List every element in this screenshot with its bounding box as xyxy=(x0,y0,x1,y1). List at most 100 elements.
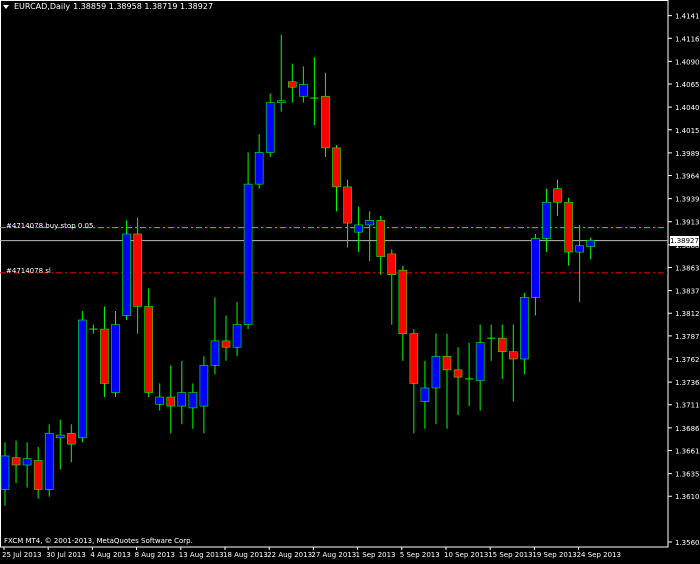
candle[interactable] xyxy=(310,57,319,126)
candle[interactable] xyxy=(442,333,452,429)
candle[interactable] xyxy=(188,383,198,429)
candle-body-bear xyxy=(343,186,352,224)
candle[interactable] xyxy=(78,310,87,443)
candle[interactable] xyxy=(11,440,21,484)
candle[interactable] xyxy=(144,288,153,398)
y-tick-label: 1.38375 xyxy=(675,288,700,296)
candle[interactable] xyxy=(497,324,507,379)
candle[interactable] xyxy=(210,297,220,375)
candle-body-bull xyxy=(431,355,441,389)
candle[interactable] xyxy=(22,442,32,488)
candle[interactable] xyxy=(133,217,142,334)
candle-body-bull xyxy=(122,233,131,316)
candle[interactable] xyxy=(332,145,341,212)
chart-menu-triangle-icon[interactable] xyxy=(3,4,9,9)
x-tick-label: 30 Jul 2013 xyxy=(46,551,86,559)
candle[interactable] xyxy=(67,424,76,463)
x-tick-label: 10 Sep 2013 xyxy=(444,551,488,559)
candle-body-bear xyxy=(33,460,43,490)
y-tick-label: 1.39895 xyxy=(675,150,700,158)
candle-body-bull xyxy=(44,432,54,490)
x-tick-label: 27 Aug 2013 xyxy=(311,551,356,559)
candle[interactable] xyxy=(89,324,98,334)
candle-body-bear xyxy=(332,147,341,188)
candle[interactable] xyxy=(232,301,242,357)
candle[interactable] xyxy=(0,442,10,506)
candle-body-bull xyxy=(575,245,584,253)
candle-body-bull xyxy=(265,102,275,153)
candle[interactable] xyxy=(409,329,419,434)
candle[interactable] xyxy=(265,93,275,157)
candle[interactable] xyxy=(553,179,562,216)
candle-body-bear xyxy=(144,306,153,393)
x-tick-label: 18 Aug 2013 xyxy=(223,551,268,559)
candle[interactable] xyxy=(365,211,374,262)
candle-body-bear xyxy=(508,351,518,360)
candle-body-bull xyxy=(531,238,540,298)
candle[interactable] xyxy=(465,342,474,407)
candlestick-chart[interactable]: 1.41410 1.41160 1.40905 1.40655 1.40400 1.401… xyxy=(0,0,700,560)
candle[interactable] xyxy=(166,365,176,434)
y-tick-label: 1.35600 xyxy=(675,539,700,547)
candle[interactable] xyxy=(586,237,595,260)
candle[interactable] xyxy=(55,419,65,470)
candle-body-bear xyxy=(221,340,231,348)
candle[interactable] xyxy=(254,134,264,189)
candle-body-bull xyxy=(542,201,551,239)
current-price-tag: 1.38927 xyxy=(670,235,699,246)
candle[interactable] xyxy=(100,306,109,398)
candle[interactable] xyxy=(343,179,352,248)
candle[interactable] xyxy=(387,249,397,325)
candle[interactable] xyxy=(111,310,120,398)
candle[interactable] xyxy=(376,215,386,275)
y-tick-label: 1.36860 xyxy=(675,425,700,433)
candle-body-bull xyxy=(276,100,286,103)
x-tick-label: 4 Aug 2013 xyxy=(90,551,130,559)
candle[interactable] xyxy=(354,206,363,253)
candle[interactable] xyxy=(420,360,430,429)
candle[interactable] xyxy=(276,34,286,112)
candle[interactable] xyxy=(520,292,529,375)
candle[interactable] xyxy=(199,356,209,434)
y-tick-label: 1.41410 xyxy=(675,13,700,21)
candle-body-bull xyxy=(475,342,485,382)
candle[interactable] xyxy=(542,188,551,253)
candle[interactable] xyxy=(508,324,518,402)
candle-body-bull xyxy=(254,152,264,185)
candle-body-bull xyxy=(520,297,529,360)
candle-body-bull xyxy=(188,392,198,409)
candle-body-bear xyxy=(553,188,562,203)
candle-body-bull xyxy=(210,340,220,366)
candle[interactable] xyxy=(221,315,231,361)
candle[interactable] xyxy=(431,333,441,425)
candle-body-bear xyxy=(321,95,330,149)
y-tick-label: 1.40905 xyxy=(675,58,700,66)
candle[interactable] xyxy=(475,324,485,411)
plot-frame xyxy=(0,0,669,548)
candle-body-bull xyxy=(55,434,65,439)
ohlc-values: 1.38859 1.38958 1.38719 1.38927 xyxy=(73,2,214,11)
candle[interactable] xyxy=(33,446,43,499)
candle[interactable] xyxy=(44,424,54,497)
candle-body-bull xyxy=(586,240,595,247)
candle[interactable] xyxy=(321,72,330,157)
candle[interactable] xyxy=(287,63,297,103)
candle-body-bear xyxy=(453,369,463,378)
candle[interactable] xyxy=(177,360,187,425)
candle-body-bear xyxy=(409,333,419,384)
candle[interactable] xyxy=(243,152,253,330)
candle-body-bull xyxy=(365,220,374,226)
candle-body-bear xyxy=(287,81,297,88)
candle[interactable] xyxy=(531,233,540,316)
candle[interactable] xyxy=(487,324,496,361)
candle[interactable] xyxy=(122,220,131,321)
candle[interactable] xyxy=(575,224,584,302)
candle[interactable] xyxy=(299,66,308,103)
y-tick-label: 1.37875 xyxy=(675,333,700,341)
candle-body-bull xyxy=(155,396,164,405)
candle[interactable] xyxy=(453,347,463,416)
candle[interactable] xyxy=(564,197,573,266)
candle[interactable] xyxy=(155,383,164,411)
candle[interactable] xyxy=(398,265,408,361)
chart-canvas[interactable]: 1.41410 1.41160 1.40905 1.40655 1.40400 1.401… xyxy=(0,0,700,560)
